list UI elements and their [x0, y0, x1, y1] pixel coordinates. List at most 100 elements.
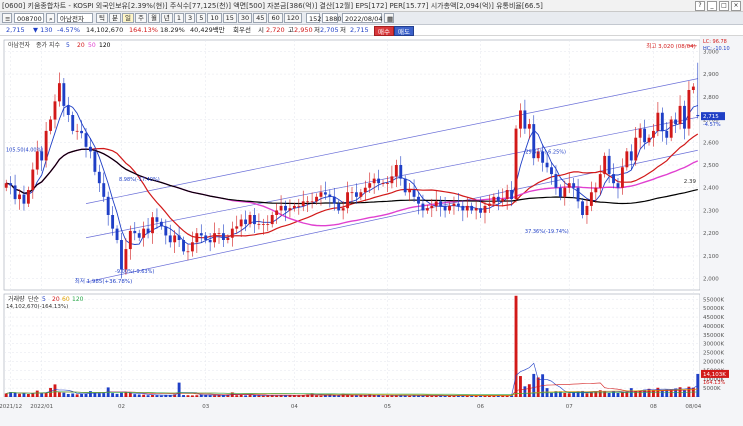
- candle-body: [62, 83, 66, 106]
- calendar-icon[interactable]: ▦: [384, 13, 394, 23]
- help-icon[interactable]: ?: [695, 1, 705, 11]
- candle-body: [638, 128, 642, 138]
- candle-body: [368, 183, 372, 188]
- period-button-11[interactable]: 15: [222, 13, 237, 23]
- volume-bar: [381, 395, 385, 397]
- trend-label-2: 29.41%(-6.25%): [525, 150, 566, 156]
- sell-button[interactable]: 매도: [394, 26, 414, 36]
- price-change: ▼ 130: [33, 26, 53, 34]
- candle-body: [319, 192, 323, 197]
- period-button-14[interactable]: 60: [268, 13, 283, 23]
- trend-label-3: 37.36%(-19.74%): [525, 229, 569, 235]
- candle-body: [128, 230, 132, 250]
- stock-code-input[interactable]: 008700: [14, 13, 44, 23]
- volume-bar: [514, 295, 518, 397]
- time-tick-label: 08: [650, 404, 657, 410]
- period-button-7[interactable]: 1: [173, 13, 185, 23]
- period-button-13[interactable]: 45: [253, 13, 268, 23]
- candle-body: [598, 174, 602, 188]
- close-icon[interactable]: ×: [731, 1, 741, 11]
- period-button-1[interactable]: 틱: [96, 13, 108, 23]
- volume-bar: [115, 393, 119, 397]
- candle-body: [275, 210, 279, 215]
- volume-bar: [372, 395, 376, 397]
- period-button-4[interactable]: 주: [134, 13, 147, 23]
- volume-bar: [53, 384, 57, 397]
- candle-body: [381, 183, 385, 184]
- candle-body: [84, 133, 88, 147]
- search-icon[interactable]: ⌕: [46, 13, 55, 23]
- volume-bar: [430, 395, 434, 397]
- volume-bar: [638, 390, 642, 397]
- trend-label-1: 8.98%(-17.40%): [119, 177, 160, 183]
- candle-body: [399, 165, 403, 179]
- stock-name-field[interactable]: 아남전자: [57, 13, 93, 23]
- period-button-10[interactable]: 10: [207, 13, 222, 23]
- date-input[interactable]: 2022/08/04: [342, 13, 382, 23]
- candle-body: [691, 86, 695, 90]
- candle-body: [443, 205, 447, 211]
- candle-body: [13, 185, 17, 200]
- candle-body: [545, 162, 549, 168]
- candle-body: [93, 151, 97, 172]
- maximize-icon[interactable]: □: [719, 1, 729, 11]
- period-button-9[interactable]: 5: [196, 13, 207, 23]
- volume-bar: [4, 393, 8, 397]
- volume-tick-label: 25000K: [703, 351, 724, 357]
- right-marker: 2.39: [684, 179, 697, 185]
- period-button-3[interactable]: 일: [121, 13, 134, 23]
- period-button-12[interactable]: 30: [237, 13, 253, 23]
- volume-bar: [75, 394, 79, 397]
- volume-tick-label: 5000K: [703, 386, 721, 392]
- candle-body: [106, 196, 110, 215]
- time-tick-label: 06: [477, 404, 484, 410]
- volume-pct: 164.13%: [129, 26, 158, 34]
- candle-body: [199, 233, 203, 236]
- buy-button[interactable]: 매수: [374, 26, 394, 36]
- left-annotation: 105.50(4.00%): [6, 147, 43, 153]
- time-tick-label: 07: [566, 404, 573, 410]
- candle-body: [421, 203, 425, 211]
- volume-bar: [18, 393, 21, 397]
- period-button-8[interactable]: 3: [185, 13, 196, 23]
- volume-bar: [346, 395, 350, 397]
- period-button-5[interactable]: 월: [147, 13, 160, 23]
- count-total-field: 1880: [322, 13, 342, 23]
- candle-body: [22, 194, 26, 204]
- candle-body: [315, 196, 318, 202]
- candle-body: [310, 201, 314, 203]
- price-legend-period: 120: [99, 42, 111, 49]
- current-volume-tag-sub: 164.13%: [703, 380, 725, 386]
- volume-bar: [647, 388, 651, 397]
- volume-bar: [142, 394, 146, 397]
- volume-bar: [683, 390, 686, 397]
- period-button-6[interactable]: 년: [160, 13, 173, 23]
- candle-body: [261, 224, 265, 225]
- candle-body: [337, 203, 341, 211]
- candle-body: [124, 249, 128, 270]
- volume-bar: [558, 391, 562, 397]
- close-label: 저: [340, 26, 346, 34]
- count-input[interactable]: 152: [306, 13, 321, 23]
- volume-legend-period: 120: [72, 296, 84, 303]
- volume-bar: [536, 377, 540, 397]
- info-bar: [0600] 키움종합차트 - KOSPI 외국인보유[2.39%(현)] 주식…: [0, 0, 743, 12]
- period-button-2[interactable]: 분: [108, 13, 121, 23]
- candle-body: [390, 176, 394, 184]
- stock-chart[interactable]: 2,0002,1002,2002,3002,4002,5002,6002,700…: [0, 36, 743, 426]
- menu-icon[interactable]: ≡: [2, 13, 12, 23]
- candle-body: [31, 169, 35, 190]
- candle-body: [465, 205, 469, 211]
- amount-value: 40,429백만: [190, 26, 225, 34]
- period-button-15[interactable]: 120: [283, 13, 303, 23]
- candle-body: [133, 230, 137, 234]
- candle-body: [44, 130, 48, 161]
- candle-body: [408, 190, 412, 193]
- candle-body: [9, 183, 13, 186]
- price-legend-period: 5: [66, 42, 70, 49]
- volume-panel-frame: [3, 293, 701, 398]
- minimize-icon[interactable]: _: [707, 1, 717, 11]
- candle-body: [177, 235, 181, 240]
- candle-body: [372, 178, 376, 184]
- candle-body: [57, 83, 61, 102]
